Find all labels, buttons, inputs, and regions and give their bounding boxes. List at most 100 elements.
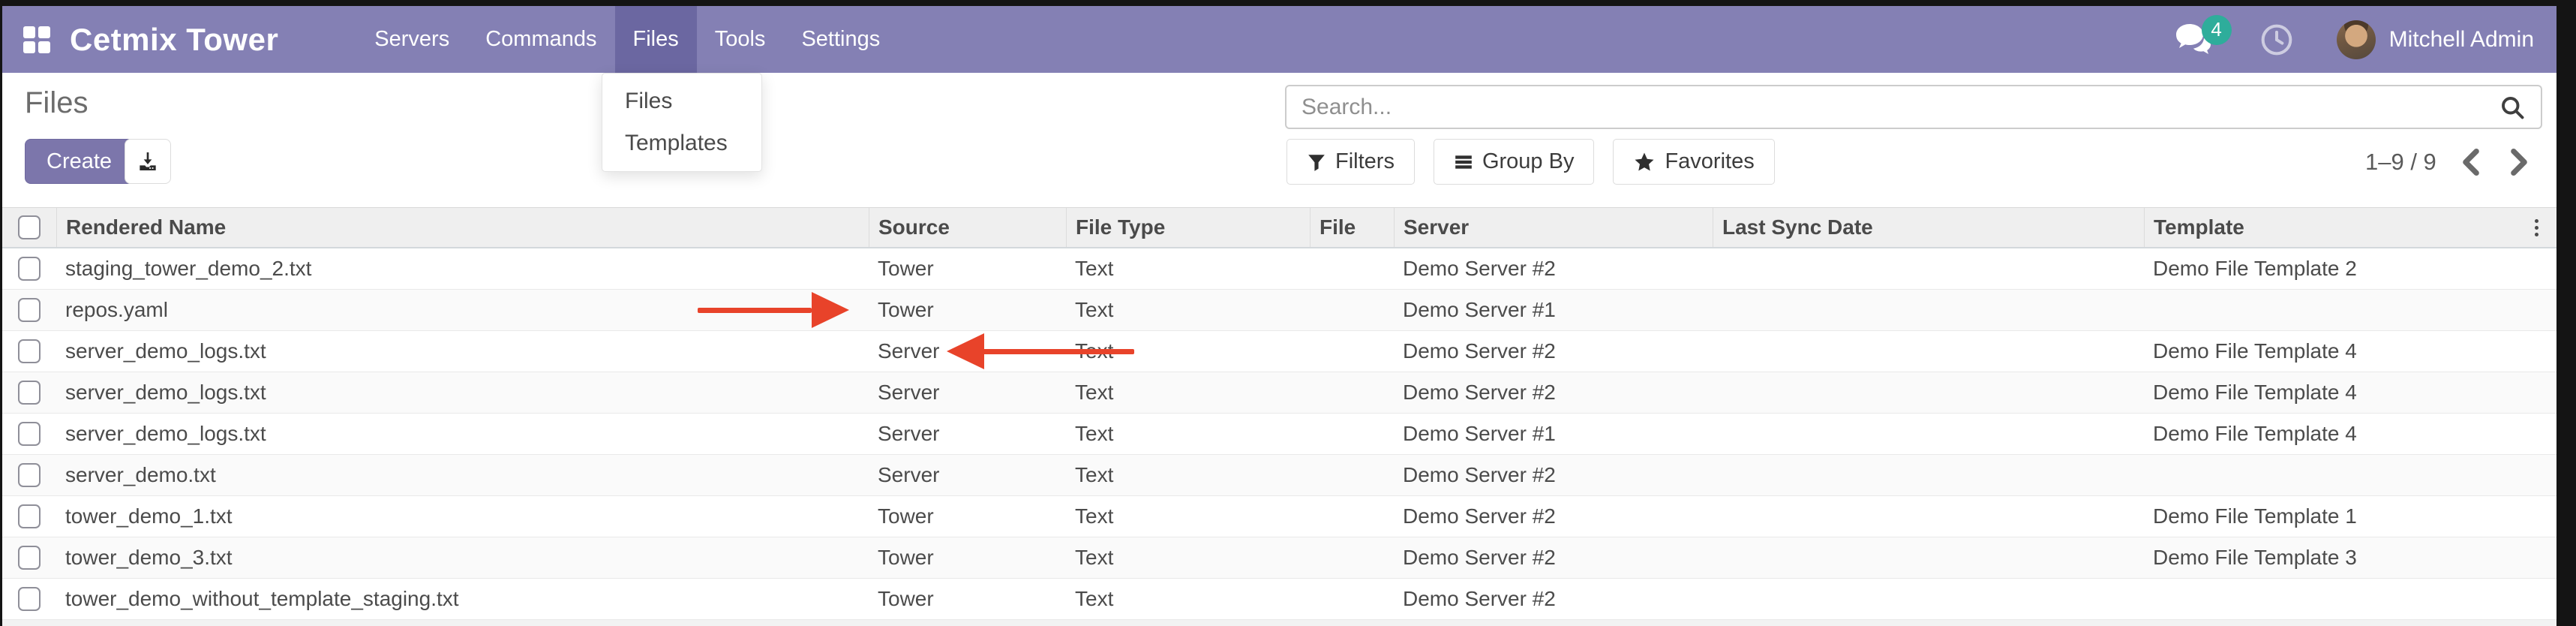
cell-file-type: Text xyxy=(1066,537,1310,578)
menu-item-tools[interactable]: Tools xyxy=(697,6,784,73)
cell-source: Tower xyxy=(869,248,1066,289)
cell-template: Demo File Template 2 xyxy=(2144,248,2556,289)
row-checkbox[interactable] xyxy=(18,381,41,405)
row-select-cell xyxy=(2,537,56,578)
download-tray-icon xyxy=(135,149,161,173)
cell-source: Tower xyxy=(869,496,1066,537)
row-checkbox[interactable] xyxy=(18,422,41,446)
optional-columns-button[interactable] xyxy=(2523,208,2549,248)
table-row[interactable]: tower_demo_without_template_staging.txt … xyxy=(2,579,2556,620)
cell-template xyxy=(2144,290,2556,330)
row-select-cell xyxy=(2,414,56,454)
export-button[interactable] xyxy=(125,139,171,184)
cell-source: Tower xyxy=(869,579,1066,619)
annotation-arrow-left-head xyxy=(947,333,984,369)
files-list-view: Rendered Name Source File Type File Serv… xyxy=(2,207,2556,620)
app-brand[interactable]: Cetmix Tower xyxy=(70,22,278,58)
search-toolbar: Filters Group By Favorites xyxy=(1286,139,1775,185)
table-row[interactable]: server_demo.txt Server Text Demo Server … xyxy=(2,455,2556,496)
row-select-cell xyxy=(2,248,56,289)
create-button[interactable]: Create xyxy=(25,139,134,184)
user-avatar[interactable] xyxy=(2337,20,2376,59)
row-select-cell xyxy=(2,331,56,372)
cell-server: Demo Server #2 xyxy=(1394,537,1713,578)
column-header-rendered-name[interactable]: Rendered Name xyxy=(56,208,869,247)
cell-source: Tower xyxy=(869,290,1066,330)
row-checkbox[interactable] xyxy=(18,504,41,528)
table-row[interactable]: tower_demo_1.txt Tower Text Demo Server … xyxy=(2,496,2556,537)
app-window: Cetmix Tower Servers Commands Files Tool… xyxy=(0,0,2576,626)
row-select-cell xyxy=(2,579,56,619)
cell-file-type: Text xyxy=(1066,414,1310,454)
table-row[interactable]: tower_demo_3.txt Tower Text Demo Server … xyxy=(2,537,2556,579)
messages-button[interactable]: 4 xyxy=(2173,21,2215,59)
cell-template: Demo File Template 4 xyxy=(2144,414,2556,454)
column-header-last-sync-date[interactable]: Last Sync Date xyxy=(1713,208,2144,247)
menu-item-servers[interactable]: Servers xyxy=(356,6,467,73)
cell-template xyxy=(2144,579,2556,619)
apps-grid-icon[interactable] xyxy=(23,26,50,53)
table-body: staging_tower_demo_2.txt Tower Text Demo… xyxy=(2,248,2556,620)
pager-previous-button[interactable] xyxy=(2457,146,2484,179)
cell-rendered-name: tower_demo_1.txt xyxy=(56,496,869,537)
messages-count-badge: 4 xyxy=(2202,15,2232,45)
cell-rendered-name: server_demo.txt xyxy=(56,455,869,495)
menu-item-settings[interactable]: Settings xyxy=(783,6,898,73)
table-row[interactable]: server_demo_logs.txt Server Text Demo Se… xyxy=(2,331,2556,372)
cell-file-type: Text xyxy=(1066,248,1310,289)
cell-server: Demo Server #2 xyxy=(1394,496,1713,537)
cell-server: Demo Server #1 xyxy=(1394,414,1713,454)
cell-rendered-name: server_demo_logs.txt xyxy=(56,331,869,372)
table-row[interactable]: staging_tower_demo_2.txt Tower Text Demo… xyxy=(2,248,2556,290)
user-menu[interactable]: Mitchell Admin xyxy=(2389,27,2534,53)
row-checkbox[interactable] xyxy=(18,339,41,363)
cell-last-sync-date xyxy=(1713,290,2144,330)
menu-item-files[interactable]: Files xyxy=(615,6,697,73)
table-row[interactable]: repos.yaml Tower Text Demo Server #1 xyxy=(2,290,2556,331)
control-panel: Files Create Filters xyxy=(2,73,2556,207)
cell-rendered-name: server_demo_logs.txt xyxy=(56,414,869,454)
cell-rendered-name: server_demo_logs.txt xyxy=(56,372,869,413)
column-header-source[interactable]: Source xyxy=(869,208,1066,247)
search-bar xyxy=(1285,85,2542,129)
row-checkbox[interactable] xyxy=(18,257,41,281)
search-icon[interactable] xyxy=(2499,94,2526,121)
cell-source: Server xyxy=(869,455,1066,495)
cell-rendered-name: staging_tower_demo_2.txt xyxy=(56,248,869,289)
row-checkbox[interactable] xyxy=(18,463,41,487)
select-all-checkbox[interactable] xyxy=(18,215,41,239)
cell-template: Demo File Template 1 xyxy=(2144,496,2556,537)
cell-last-sync-date xyxy=(1713,579,2144,619)
filters-button[interactable]: Filters xyxy=(1286,139,1415,185)
activities-button[interactable] xyxy=(2260,23,2293,56)
menu-item-commands[interactable]: Commands xyxy=(467,6,614,73)
cell-server: Demo Server #2 xyxy=(1394,372,1713,413)
search-input[interactable] xyxy=(1286,95,2499,120)
column-header-server[interactable]: Server xyxy=(1394,208,1713,247)
pager-next-button[interactable] xyxy=(2505,146,2532,179)
column-header-file-type[interactable]: File Type xyxy=(1066,208,1310,247)
cell-template: Demo File Template 4 xyxy=(2144,372,2556,413)
cell-file-type: Text xyxy=(1066,496,1310,537)
cell-last-sync-date xyxy=(1713,372,2144,413)
row-checkbox[interactable] xyxy=(18,587,41,611)
table-row[interactable]: server_demo_logs.txt Server Text Demo Se… xyxy=(2,372,2556,414)
chevron-left-icon xyxy=(2460,149,2481,176)
column-header-template[interactable]: Template xyxy=(2144,208,2556,247)
column-header-file[interactable]: File xyxy=(1310,208,1394,247)
favorites-button[interactable]: Favorites xyxy=(1613,139,1774,185)
vertical-dots-icon xyxy=(2535,226,2538,230)
group-by-button[interactable]: Group By xyxy=(1434,139,1595,185)
annotation-arrow-left-line xyxy=(983,349,1134,354)
table-row[interactable]: server_demo_logs.txt Server Text Demo Se… xyxy=(2,414,2556,455)
cell-file xyxy=(1310,290,1394,330)
row-checkbox[interactable] xyxy=(18,298,41,322)
row-checkbox[interactable] xyxy=(18,546,41,570)
pager: 1–9 / 9 xyxy=(2365,139,2532,185)
pager-range: 1–9 / 9 xyxy=(2365,149,2436,176)
cell-server: Demo Server #2 xyxy=(1394,455,1713,495)
cell-file xyxy=(1310,579,1394,619)
dropdown-item-templates[interactable]: Templates xyxy=(602,122,761,164)
dropdown-item-files[interactable]: Files xyxy=(602,80,761,122)
row-select-cell xyxy=(2,496,56,537)
